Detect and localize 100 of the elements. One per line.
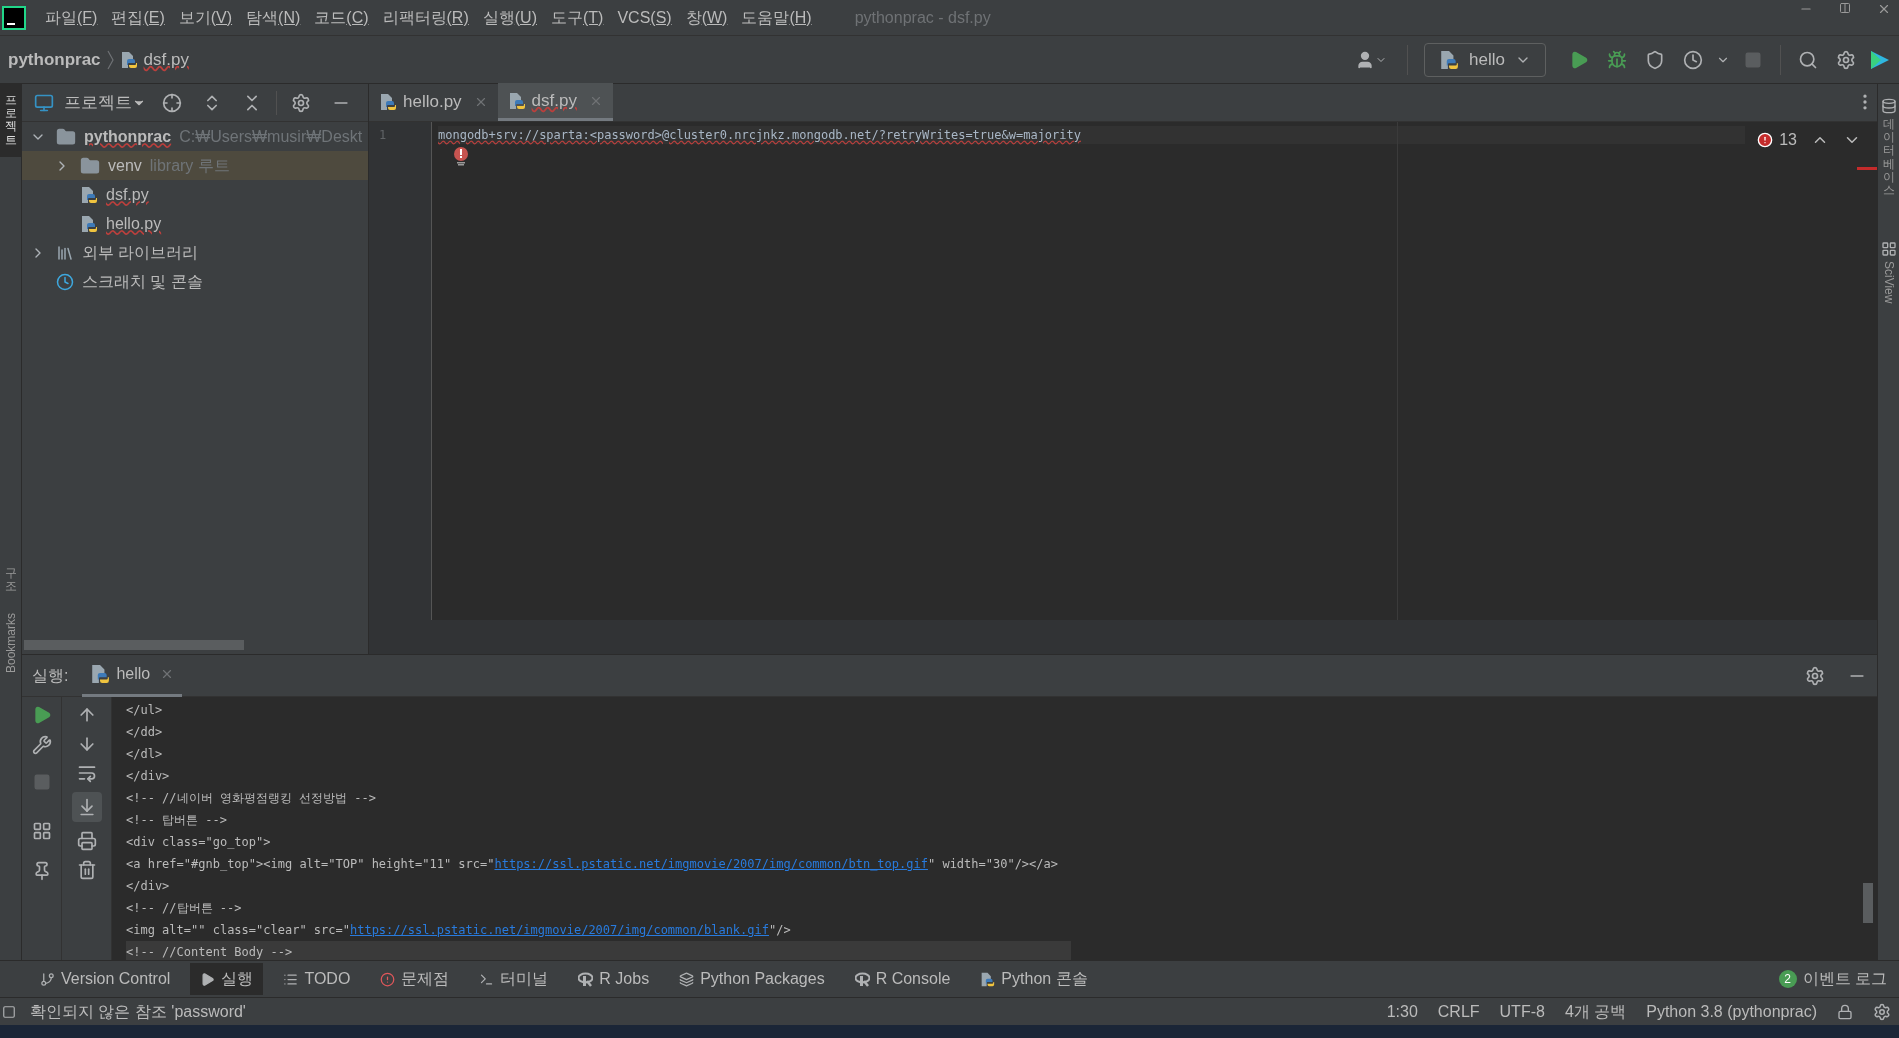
wrench-icon[interactable] bbox=[31, 735, 52, 755]
tree-item-note: library 루트 bbox=[149, 155, 230, 176]
branch-icon bbox=[40, 971, 55, 987]
menu-item[interactable]: 실행(U) bbox=[475, 5, 544, 30]
menu-item[interactable]: 탐색(N) bbox=[239, 5, 308, 30]
tree-item-label: pythonprac bbox=[84, 126, 172, 147]
tool-windows-icon[interactable] bbox=[2, 1004, 16, 1019]
menu-item[interactable]: VCS(S) bbox=[610, 5, 679, 30]
restore-icon[interactable] bbox=[1839, 2, 1851, 14]
lock-icon[interactable] bbox=[1837, 1003, 1853, 1020]
tree-item[interactable]: venv library 루트 bbox=[22, 151, 368, 180]
search-icon bbox=[1798, 49, 1818, 70]
console-line: </dl> bbox=[126, 746, 163, 763]
tool-window-tab[interactable]: 실행 bbox=[190, 963, 264, 995]
side-tool-tab[interactable]: Bookmarks bbox=[0, 603, 21, 684]
tool-window-tab[interactable]: 문제점 bbox=[370, 963, 460, 995]
side-tool-tab[interactable]: 프로젝트 bbox=[0, 84, 21, 157]
console-line: <!-- //탑버튼 --> bbox=[126, 900, 242, 917]
tool-window-tab[interactable]: R Jobs bbox=[568, 963, 660, 995]
panel-title-dropdown[interactable]: 프로젝트 bbox=[64, 89, 146, 116]
editor-tab[interactable]: dsf.py bbox=[497, 83, 613, 121]
breadcrumb-file[interactable]: dsf.py bbox=[143, 46, 189, 73]
terminal-icon bbox=[479, 971, 495, 987]
status-item[interactable]: UTF-8 bbox=[1499, 999, 1545, 1024]
tool-window-tab[interactable]: 터미널 bbox=[469, 963, 559, 995]
breadcrumb-separator-icon bbox=[106, 49, 114, 70]
library-icon bbox=[56, 243, 74, 262]
tool-window-tab[interactable]: TODO bbox=[273, 963, 361, 995]
scroll-to-end-button[interactable] bbox=[71, 792, 102, 822]
vertical-scrollbar[interactable] bbox=[1863, 883, 1873, 923]
stop-icon bbox=[1744, 50, 1762, 69]
tool-window-tab[interactable]: Python Packages bbox=[669, 963, 835, 995]
console-line: </ul> bbox=[126, 702, 163, 719]
run-panel-label: 실행: bbox=[32, 665, 69, 686]
panel-icon bbox=[34, 92, 54, 113]
run-config-dropdown[interactable]: hello bbox=[1424, 42, 1546, 77]
python-file-icon bbox=[80, 214, 98, 233]
event-log-button[interactable]: 2 이벤트 로그 bbox=[1778, 967, 1887, 991]
side-tool-tab[interactable]: 데이터베이스 bbox=[1878, 98, 1899, 202]
console-link[interactable]: https://ssl.pstatic.net/imgmovie/2007/img/common/blank.gif bbox=[349, 923, 769, 937]
layout-icon[interactable] bbox=[31, 821, 52, 841]
console-line: </div> bbox=[126, 878, 170, 895]
menu-item[interactable]: 편집(E) bbox=[104, 5, 172, 30]
menu-item[interactable]: 창(W) bbox=[678, 5, 735, 30]
console-link[interactable]: https://ssl.pstatic.net/imgmovie/2007/img/common/btn_top.gif bbox=[494, 857, 928, 871]
r-tool-icon bbox=[578, 971, 594, 987]
tree-item-label: dsf.py bbox=[106, 184, 149, 205]
console-line: <a href="#gnb_top"><img alt="TOP" height="11" src="https://ssl.pstatic.net/imgmovie/2007/img/common/btn_top.gif" width="30"/></a> bbox=[126, 856, 1058, 873]
settings-icon[interactable] bbox=[291, 92, 311, 113]
editor-tab[interactable]: hello.py bbox=[369, 83, 498, 121]
tree-item-label: 스크래치 및 콘솔 bbox=[82, 271, 203, 292]
console-line: </dd> bbox=[126, 724, 163, 741]
error-icon bbox=[1757, 132, 1774, 148]
menu-item[interactable]: 코드(C) bbox=[307, 5, 376, 30]
close-icon[interactable] bbox=[1877, 2, 1891, 16]
menu-item[interactable]: 파일(F) bbox=[38, 5, 105, 30]
side-tool-tab[interactable]: 구조 bbox=[0, 556, 21, 604]
breadcrumb-project[interactable]: pythonprac bbox=[8, 46, 101, 73]
tool-window-tab[interactable]: Python 콘솔 bbox=[970, 963, 1098, 995]
folder-icon bbox=[80, 155, 100, 176]
tool-window-tab[interactable]: R Console bbox=[844, 963, 961, 995]
python-icon bbox=[90, 664, 111, 684]
plugin-logo-icon[interactable] bbox=[1869, 48, 1891, 71]
status-item[interactable]: 1:30 bbox=[1386, 999, 1418, 1024]
horizontal-scrollbar[interactable] bbox=[24, 640, 244, 650]
tool-window-tab[interactable]: Version Control bbox=[30, 963, 181, 995]
app-logo-icon bbox=[2, 5, 26, 30]
error-bulb-icon[interactable] bbox=[452, 146, 470, 166]
folder-icon bbox=[56, 126, 76, 147]
python-icon bbox=[379, 93, 397, 111]
trash-icon[interactable] bbox=[76, 860, 97, 880]
status-item[interactable]: CRLF bbox=[1437, 999, 1480, 1024]
print-icon[interactable] bbox=[76, 831, 97, 851]
menu-item[interactable]: 도구(T) bbox=[543, 5, 611, 30]
locate-icon[interactable] bbox=[162, 92, 182, 113]
menu-item[interactable]: 도움말(H) bbox=[734, 5, 819, 30]
shield-icon bbox=[1645, 49, 1665, 70]
tree-item[interactable]: 스크래치 및 콘솔 bbox=[22, 267, 368, 296]
python-icon bbox=[980, 971, 996, 987]
menu-item[interactable]: 리팩터링(R) bbox=[375, 5, 476, 30]
tree-item[interactable]: 외부 라이브러리 bbox=[22, 238, 368, 267]
tree-item[interactable]: dsf.py bbox=[22, 180, 368, 209]
console-line: <!-- //네이버 영화평점랭킹 선정방법 --> bbox=[126, 790, 376, 807]
status-item[interactable]: 4개 공백 bbox=[1564, 999, 1627, 1024]
settings-icon[interactable] bbox=[1873, 1002, 1891, 1021]
console-line: </div> bbox=[126, 768, 170, 785]
settings-icon[interactable] bbox=[1805, 665, 1825, 686]
menu-item[interactable]: 보기(V) bbox=[171, 5, 240, 30]
settings-icon bbox=[1836, 49, 1856, 70]
event-count-badge: 2 bbox=[1778, 970, 1797, 988]
side-tool-tab[interactable]: SciView bbox=[1878, 241, 1899, 308]
error-icon bbox=[380, 971, 396, 987]
soft-wrap-icon[interactable] bbox=[76, 763, 97, 783]
status-item[interactable]: Python 3.8 (pythonprac) bbox=[1646, 999, 1817, 1024]
bug-icon bbox=[1607, 49, 1627, 70]
python-icon bbox=[507, 91, 526, 110]
console-line: <img alt="" class="clear" src="https://ssl.pstatic.net/imgmovie/2007/img/common/blank.gif"/> bbox=[126, 922, 791, 939]
error-count[interactable]: 13 bbox=[1779, 128, 1797, 152]
tree-item[interactable]: hello.py bbox=[22, 209, 368, 238]
run-icon bbox=[200, 971, 216, 987]
